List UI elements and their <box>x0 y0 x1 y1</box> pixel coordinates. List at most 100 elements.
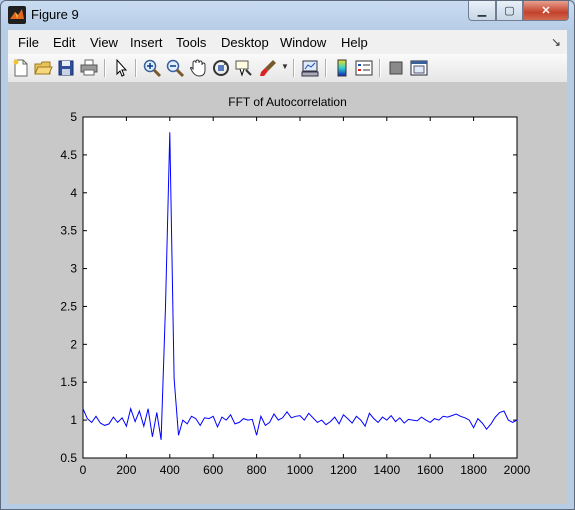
insert-colorbar-icon[interactable] <box>332 58 352 78</box>
data-point <box>456 413 457 414</box>
menu-tools[interactable]: Tools <box>176 35 206 50</box>
x-tick-label: 200 <box>116 463 136 477</box>
minimize-button[interactable]: ▁ <box>468 1 496 21</box>
data-point <box>152 436 153 437</box>
print-icon[interactable] <box>79 58 99 78</box>
brush-icon[interactable] <box>258 58 278 78</box>
data-point <box>187 423 188 424</box>
y-tick-label: 1 <box>70 413 77 427</box>
menu-view[interactable]: View <box>90 35 118 50</box>
y-tick-label: 5 <box>70 110 77 124</box>
data-point <box>486 429 487 430</box>
brush-dropdown-icon[interactable]: ▼ <box>281 62 289 71</box>
zoom-out-icon[interactable] <box>165 58 185 78</box>
data-point <box>108 423 109 424</box>
show-plot-tools-icon[interactable] <box>409 58 429 78</box>
menu-window[interactable]: Window <box>280 35 326 50</box>
data-point <box>243 418 244 419</box>
figure-canvas: FFT of Autocorrelation 0 200 400 600 800 1000… <box>8 83 567 504</box>
x-tick-label: 800 <box>247 463 267 477</box>
data-point <box>299 415 300 416</box>
data-point <box>391 415 392 416</box>
menu-desktop[interactable]: Desktop <box>221 35 269 50</box>
rotate-3d-icon[interactable] <box>211 58 231 78</box>
data-point <box>360 420 361 421</box>
data-point <box>430 422 431 423</box>
dock-figure-icon[interactable]: ↘ <box>551 35 561 49</box>
data-point <box>165 306 166 307</box>
data-point <box>490 423 491 424</box>
menu-insert[interactable]: Insert <box>130 35 163 50</box>
close-icon: ✕ <box>541 5 551 17</box>
figure-client-area: File Edit View Insert Tools Desktop Wind… <box>8 30 567 504</box>
data-point <box>252 419 253 420</box>
data-point <box>195 418 196 419</box>
toolbar-separator <box>325 59 327 77</box>
data-point <box>204 417 205 418</box>
open-file-icon[interactable] <box>33 58 53 78</box>
data-point <box>278 420 279 421</box>
data-point <box>291 417 292 418</box>
data-point <box>438 420 439 421</box>
menu-file[interactable]: File <box>18 35 39 50</box>
maximize-icon: ▢ <box>504 5 515 17</box>
save-icon[interactable] <box>56 58 76 78</box>
hide-plot-tools-icon[interactable] <box>386 58 406 78</box>
data-point <box>356 416 357 417</box>
new-figure-icon[interactable] <box>11 58 31 78</box>
x-tick-label: 1600 <box>417 463 444 477</box>
data-point <box>308 413 309 414</box>
data-point <box>234 423 235 424</box>
data-point <box>174 378 175 379</box>
window-title: Figure 9 <box>31 7 79 22</box>
data-point <box>265 425 266 426</box>
data-point <box>395 421 396 422</box>
pan-hand-icon[interactable] <box>188 58 208 78</box>
data-point <box>382 417 383 418</box>
data-point <box>330 421 331 422</box>
data-point <box>404 423 405 424</box>
data-point <box>412 420 413 421</box>
data-point <box>226 420 227 421</box>
toolbar-separator <box>293 59 295 77</box>
link-plot-icon[interactable] <box>300 58 320 78</box>
data-cursor-icon[interactable] <box>234 58 254 78</box>
data-point <box>516 420 517 421</box>
toolbar-separator <box>104 59 106 77</box>
zoom-in-icon[interactable] <box>142 58 162 78</box>
close-button[interactable]: ✕ <box>523 1 569 21</box>
data-point <box>503 410 504 411</box>
maximize-button[interactable]: ▢ <box>496 1 523 21</box>
edit-plot-arrow-icon[interactable] <box>111 58 131 78</box>
data-point <box>378 422 379 423</box>
data-point <box>208 418 209 419</box>
data-point <box>117 422 118 423</box>
matlab-logo-icon <box>8 6 26 24</box>
minimize-icon: ▁ <box>477 5 487 17</box>
data-point <box>100 423 101 424</box>
menu-edit[interactable]: Edit <box>53 35 75 50</box>
data-point <box>139 410 140 411</box>
data-point <box>87 418 88 419</box>
data-point <box>273 413 274 414</box>
figure-toolbar: ▼ <box>8 54 567 83</box>
menu-help[interactable]: Help <box>341 35 368 50</box>
data-point <box>369 413 370 414</box>
data-point <box>417 420 418 421</box>
data-point <box>221 417 222 418</box>
data-point <box>477 418 478 419</box>
data-point <box>122 417 123 418</box>
data-point <box>399 417 400 418</box>
data-point <box>200 425 201 426</box>
insert-legend-icon[interactable] <box>354 58 374 78</box>
data-point <box>499 412 500 413</box>
data-point <box>269 422 270 423</box>
data-point <box>104 425 105 426</box>
data-point <box>443 416 444 417</box>
title-bar[interactable]: Figure 9 ▁ ▢ ✕ <box>1 1 574 29</box>
x-tick-label: 2000 <box>504 463 531 477</box>
data-point <box>352 423 353 424</box>
data-point <box>126 426 127 427</box>
y-tick-label: 0.5 <box>60 451 77 465</box>
data-point <box>169 132 170 133</box>
